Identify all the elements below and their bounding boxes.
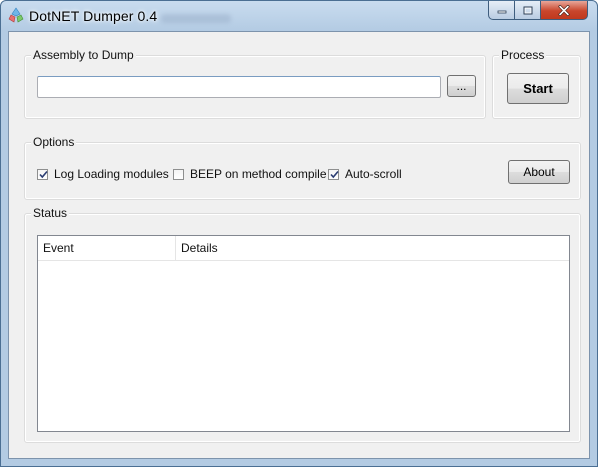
- log-loading-label: Log Loading modules: [54, 167, 169, 181]
- assembly-group: Assembly to Dump ...: [24, 48, 486, 119]
- minimize-button[interactable]: [488, 1, 515, 20]
- close-button[interactable]: [541, 1, 588, 20]
- title-bar[interactable]: DotNET Dumper 0.4: [1, 1, 597, 31]
- listview-header: Event Details: [38, 236, 569, 261]
- status-listview[interactable]: Event Details: [37, 235, 570, 432]
- log-loading-checkbox[interactable]: Log Loading modules: [37, 167, 169, 181]
- client-area: Assembly to Dump ... Process Start Optio…: [8, 31, 590, 459]
- checkmark-icon: [39, 170, 48, 178]
- start-button[interactable]: Start: [507, 73, 569, 104]
- status-group: Status Event Details: [24, 206, 581, 443]
- minimize-icon: [497, 10, 506, 14]
- beep-label: BEEP on method compile: [190, 167, 327, 181]
- column-header-details[interactable]: Details: [176, 236, 569, 259]
- window-title: DotNET Dumper 0.4: [29, 8, 158, 24]
- app-icon: [8, 7, 24, 23]
- autoscroll-checkbox-box[interactable]: [328, 168, 339, 180]
- maximize-icon: [523, 6, 532, 14]
- close-icon: [558, 4, 570, 16]
- process-group: Process Start: [492, 48, 581, 119]
- about-button[interactable]: About: [508, 160, 570, 184]
- autoscroll-checkbox[interactable]: Auto-scroll: [328, 167, 402, 181]
- title-glare: [161, 14, 231, 23]
- assembly-path-input[interactable]: [37, 76, 441, 98]
- beep-checkbox-box[interactable]: [173, 168, 184, 180]
- status-group-label: Status: [31, 206, 70, 220]
- autoscroll-label: Auto-scroll: [345, 167, 402, 181]
- beep-checkbox[interactable]: BEEP on method compile: [173, 167, 327, 181]
- log-loading-checkbox-box[interactable]: [37, 168, 48, 180]
- main-window: DotNET Dumper 0.4 Assembly to Dump ... P…: [0, 0, 598, 467]
- options-group-label: Options: [31, 135, 77, 149]
- options-group: Options Log Loading modules BEEP on meth…: [24, 135, 581, 200]
- column-header-event[interactable]: Event: [38, 236, 175, 259]
- checkmark-icon: [330, 170, 339, 178]
- browse-button[interactable]: ...: [447, 75, 476, 97]
- process-group-label: Process: [499, 48, 547, 62]
- maximize-button[interactable]: [515, 1, 541, 20]
- assembly-group-label: Assembly to Dump: [31, 48, 136, 62]
